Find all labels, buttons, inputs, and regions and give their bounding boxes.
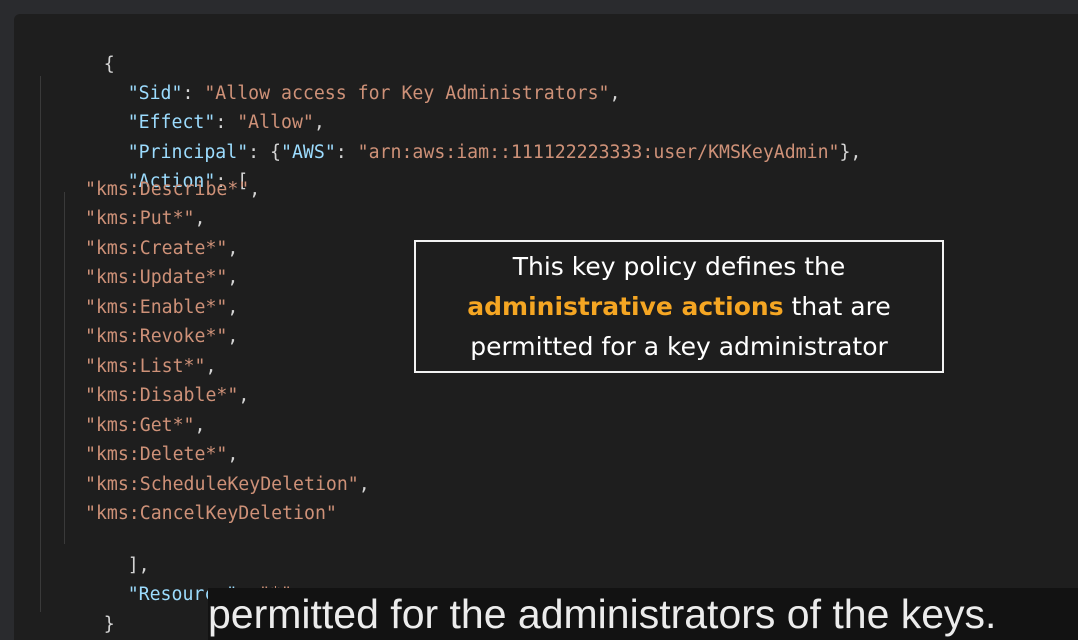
action-item: "kms:Describe*", [85, 179, 261, 200]
annotation-callout: This key policy defines the administrati… [414, 240, 944, 373]
indent-guide-outer [40, 76, 41, 612]
action-item: "kms:CancelKeyDeletion" [85, 503, 337, 524]
action-item: "kms:Get*", [85, 415, 206, 436]
action-item: "kms:ScheduleKeyDeletion", [85, 474, 370, 495]
indent-guide-action [64, 192, 65, 544]
action-item: "kms:List*", [85, 356, 217, 377]
action-item: "kms:Create*", [85, 238, 239, 259]
action-item: "kms:Put*", [85, 208, 206, 229]
action-item: "kms:Delete*", [85, 444, 239, 465]
close-brace: } [103, 614, 115, 635]
action-item: "kms:Revoke*", [85, 326, 239, 347]
action-item: "kms:Disable*", [85, 385, 250, 406]
callout-line-2: administrative actions that are [467, 287, 890, 327]
callout-line-2-rest: that are [783, 291, 891, 321]
principal-aws-key: "AWS" [281, 142, 336, 163]
callout-highlight: administrative actions [467, 291, 784, 321]
subtitle-text: permitted for the administrators of the … [208, 591, 997, 637]
principal-aws-value: "arn:aws:iam::111122223333:user/KMSKeyAd… [357, 142, 840, 163]
callout-line-1: This key policy defines the [512, 251, 846, 281]
action-item: "kms:Update*", [85, 267, 239, 288]
action-item: "kms:Enable*", [85, 297, 239, 318]
video-subtitle: permitted for the administrators of the … [208, 588, 1078, 640]
code-line-close-brace: } [38, 592, 115, 640]
video-frame: { "Sid": "Allow access for Key Administr… [0, 0, 1078, 640]
callout-line-3: permitted for a key administrator [470, 331, 888, 361]
